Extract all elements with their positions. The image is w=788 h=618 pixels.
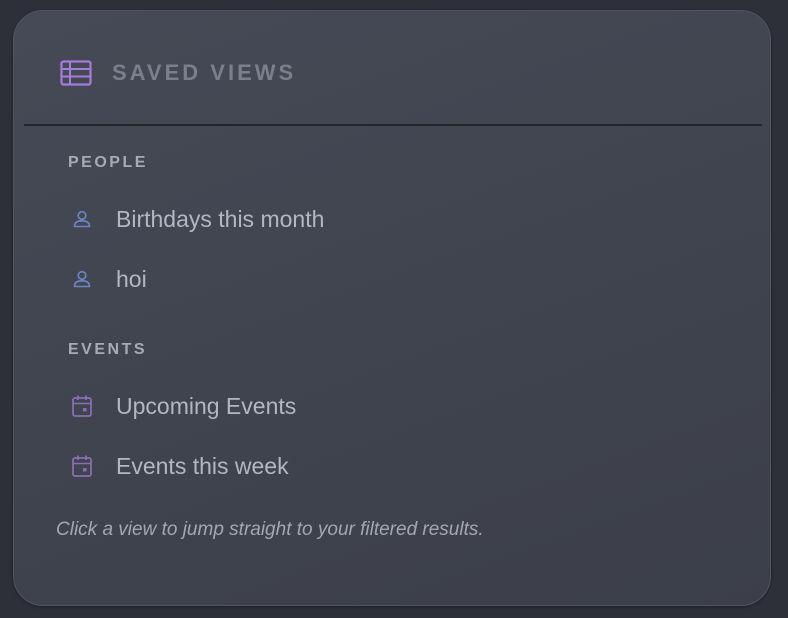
saved-view-hoi[interactable]: hoi xyxy=(68,259,159,299)
section-label-events: EVENTS xyxy=(68,341,148,358)
saved-view-label: hoi xyxy=(116,265,147,292)
header-divider xyxy=(24,124,762,126)
help-text: Click a view to jump straight to your fi… xyxy=(56,519,484,540)
section-label-people: PEOPLE xyxy=(68,154,148,171)
person-icon xyxy=(68,265,96,293)
saved-view-label: Birthdays this month xyxy=(116,205,325,232)
saved-view-upcoming-events[interactable]: Upcoming Events xyxy=(68,386,308,426)
calendar-icon xyxy=(68,392,96,420)
calendar-icon xyxy=(68,452,96,480)
saved-view-label: Upcoming Events xyxy=(116,392,297,419)
panel-header: SAVED VIEWS xyxy=(60,57,296,89)
table-icon xyxy=(60,59,92,87)
saved-view-birthdays-this-month[interactable]: Birthdays this month xyxy=(68,199,336,239)
person-icon xyxy=(68,205,96,233)
saved-view-label: Events this week xyxy=(116,452,289,479)
saved-views-panel: SAVED VIEWS PEOPLE Birthdays this month … xyxy=(13,10,771,606)
panel-title: SAVED VIEWS xyxy=(112,60,297,85)
saved-view-events-this-week[interactable]: Events this week xyxy=(68,446,301,486)
